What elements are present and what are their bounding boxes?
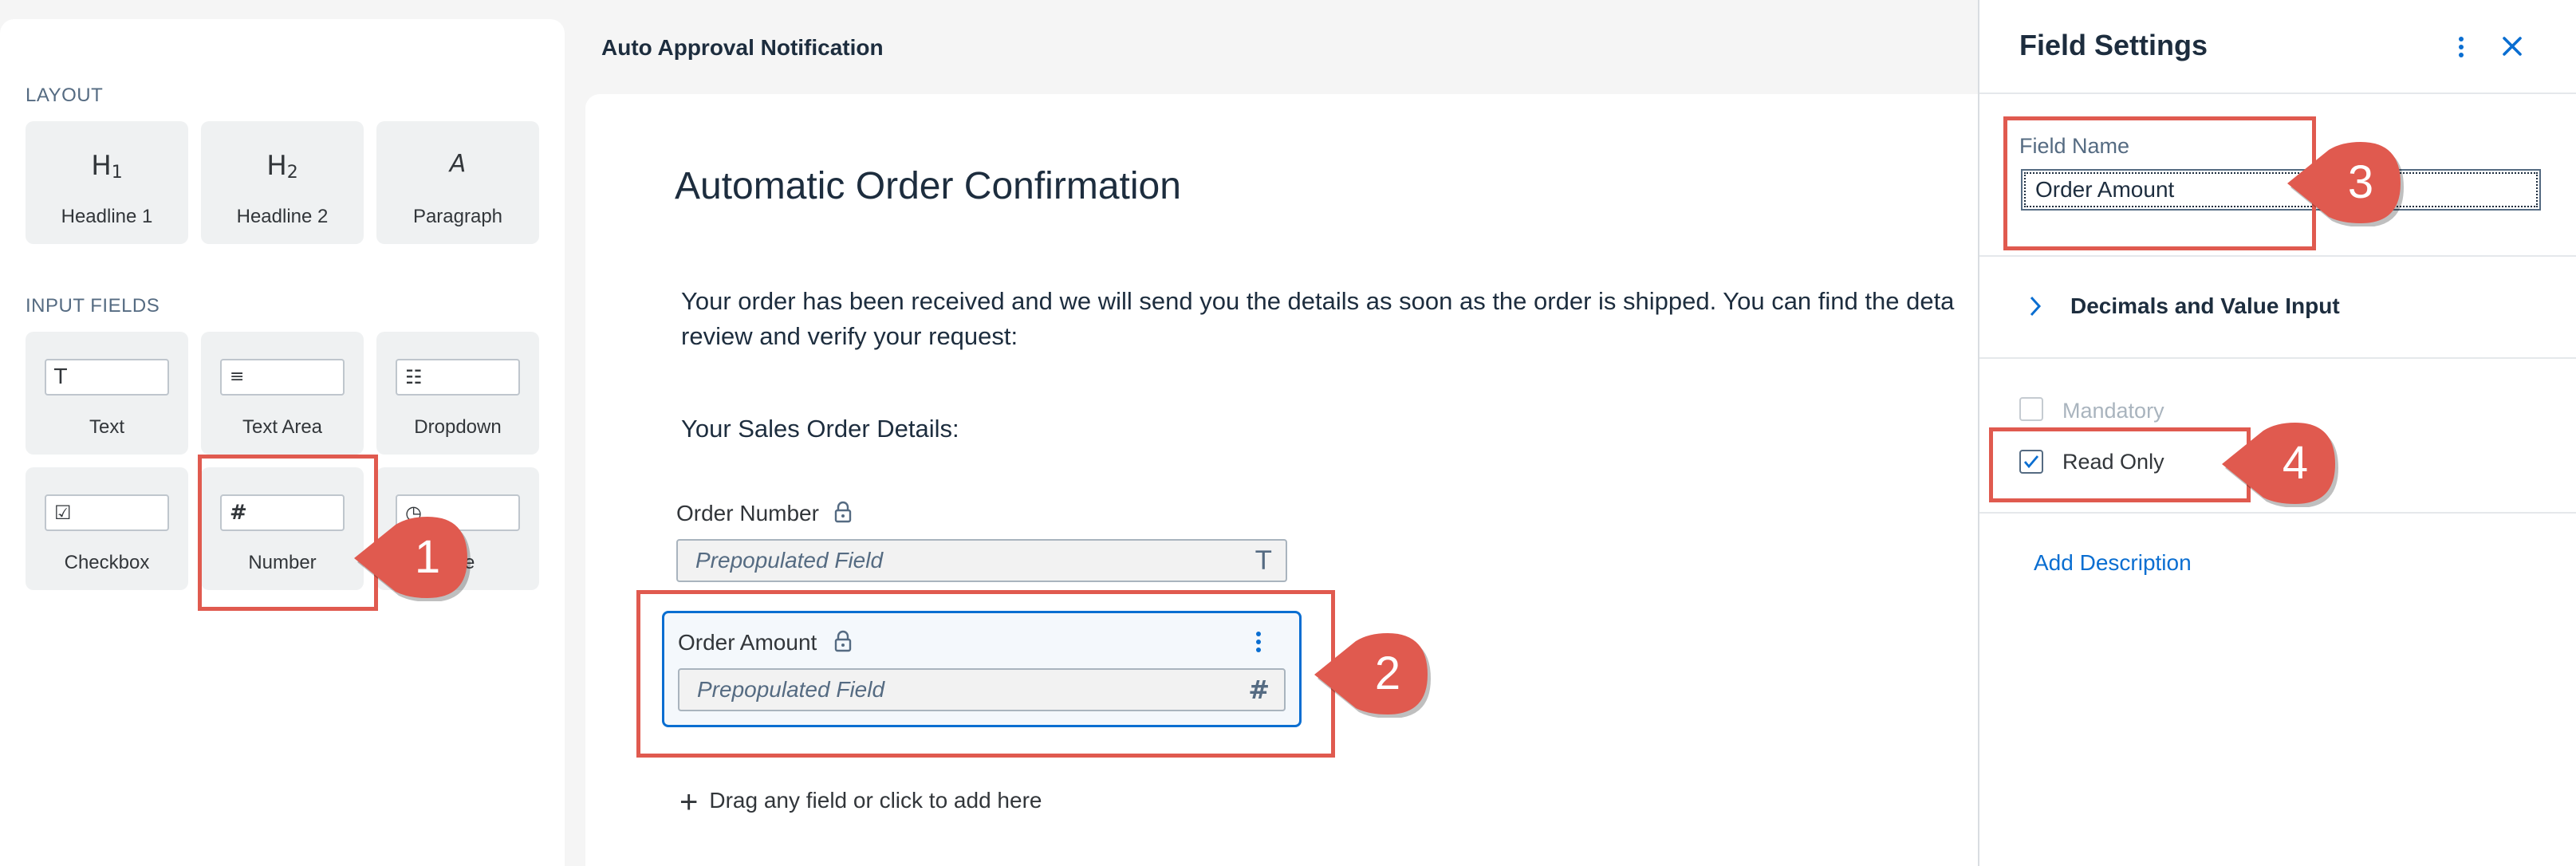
plus-icon: + xyxy=(679,785,699,820)
close-icon[interactable] xyxy=(2501,35,2523,57)
callout-marker-1: 1 xyxy=(354,517,471,601)
add-description-link[interactable]: Add Description xyxy=(2034,550,2192,576)
document-paragraph[interactable]: Your order has been received and we will… xyxy=(681,284,1989,354)
tile-label: Text Area xyxy=(242,416,323,438)
dropdown-icon: ☷ xyxy=(396,359,520,396)
tile-label: Headline 1 xyxy=(61,206,153,227)
chevron-right-icon[interactable] xyxy=(2029,295,2042,317)
form-title: Auto Approval Notification xyxy=(601,35,884,60)
headline-1-icon: H1 xyxy=(91,150,123,183)
text-field-icon: T xyxy=(45,359,169,396)
divider xyxy=(1979,512,2576,514)
tile-label: Text xyxy=(89,416,124,438)
tile-headline-2[interactable]: H2 Headline 2 xyxy=(201,121,364,244)
layout-section-label: LAYOUT xyxy=(26,85,104,106)
tile-dropdown[interactable]: ☷ Dropdown xyxy=(376,332,539,455)
tile-headline-1[interactable]: H1 Headline 1 xyxy=(26,121,188,244)
divider xyxy=(1979,357,2576,359)
tile-label: Headline 2 xyxy=(236,206,329,227)
tile-text-area[interactable]: ≡ Text Area xyxy=(201,332,364,455)
callout-marker-4: 4 xyxy=(2222,423,2338,507)
tile-paragraph[interactable]: A Paragraph xyxy=(376,121,539,244)
decimals-section-header[interactable]: Decimals and Value Input xyxy=(2070,293,2340,319)
headline-2-icon: H2 xyxy=(266,150,298,183)
tile-label: Dropdown xyxy=(414,416,502,438)
callout-number: 2 xyxy=(1375,648,1400,699)
details-heading[interactable]: Your Sales Order Details: xyxy=(681,415,959,443)
callout-number: 4 xyxy=(2283,437,2308,489)
more-options-icon[interactable] xyxy=(2456,35,2466,59)
field-placeholder: Prepopulated Field xyxy=(695,548,884,573)
callout-marker-3: 3 xyxy=(2287,142,2404,226)
paragraph-icon: A xyxy=(449,150,467,178)
field-palette: LAYOUT H1 Headline 1 H2 Headline 2 A Par… xyxy=(0,19,565,866)
tile-label: Paragraph xyxy=(412,206,503,227)
tile-label: e xyxy=(464,552,475,573)
highlight-read-only xyxy=(1989,427,2251,502)
order-number-field[interactable]: Prepopulated Field T xyxy=(676,539,1287,582)
paragraph-line-2: review and verify your request: xyxy=(681,322,1018,350)
add-field-drop-zone[interactable]: + Drag any field or click to add here xyxy=(679,785,1042,821)
divider xyxy=(1979,93,2576,94)
paragraph-line-1: Your order has been received and we will… xyxy=(681,287,1955,315)
mandatory-checkbox[interactable] xyxy=(2019,397,2043,421)
settings-title: Field Settings xyxy=(2019,29,2208,61)
checkbox-icon: ☑ xyxy=(45,494,169,531)
text-area-icon: ≡ xyxy=(220,359,345,396)
input-fields-section-label: INPUT FIELDS xyxy=(26,295,160,317)
tile-checkbox[interactable]: ☑ Checkbox xyxy=(26,467,188,590)
text-type-icon: T xyxy=(1255,545,1271,576)
add-field-text: Drag any field or click to add here xyxy=(709,788,1042,813)
divider xyxy=(1979,255,2576,257)
order-number-label: Order Number xyxy=(676,501,819,526)
lock-icon xyxy=(834,501,852,523)
document-heading[interactable]: Automatic Order Confirmation xyxy=(675,164,1181,208)
mandatory-label: Mandatory xyxy=(2062,399,2164,423)
tile-text[interactable]: T Text xyxy=(26,332,188,455)
highlight-field-name xyxy=(2003,116,2316,250)
highlight-order-amount xyxy=(636,590,1335,758)
callout-number: 1 xyxy=(415,531,440,583)
callout-number: 3 xyxy=(2348,156,2373,208)
tile-label: Checkbox xyxy=(64,552,150,573)
callout-marker-2: 2 xyxy=(1314,633,1431,718)
